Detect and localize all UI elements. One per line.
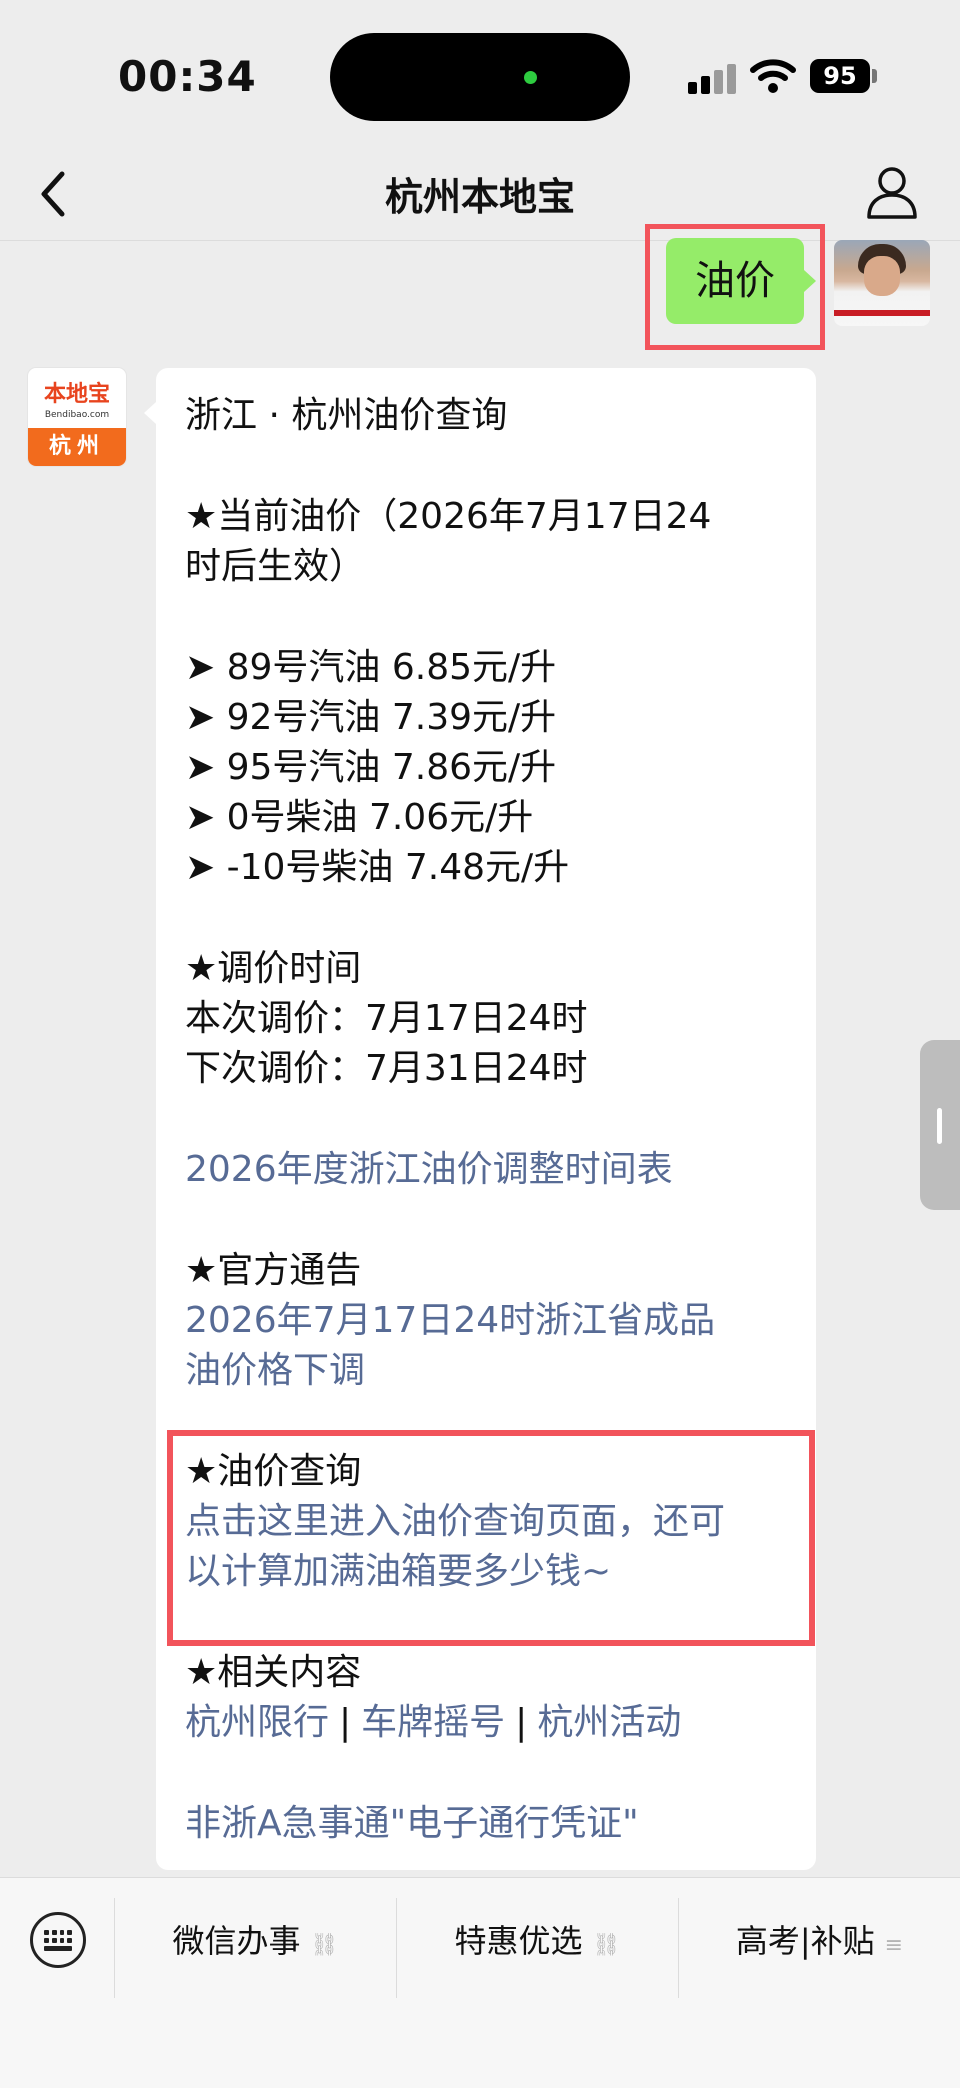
price-diesel-minus10: ➤ -10号柴油 7.48元/升 <box>185 847 570 888</box>
user-message-bubble[interactable]: 油价 <box>666 238 804 324</box>
current-price-title-cont: 时后生效） <box>185 546 366 587</box>
price-89: ➤ 89号汽油 6.85元/升 <box>185 647 557 688</box>
camera-indicator-icon <box>524 71 537 84</box>
price-95: ➤ 95号汽油 7.86元/升 <box>185 747 557 788</box>
next-adjust: 下次调价：7月31日24时 <box>185 1048 588 1089</box>
battery-tip <box>872 69 877 83</box>
link-icon: ⛓ <box>592 1933 621 1958</box>
menu-icon: ≡ <box>884 1933 904 1958</box>
bot-bubble-tail <box>144 402 156 424</box>
page-title: 杭州本地宝 <box>384 175 575 219</box>
avatar-jersey-stripe <box>834 310 930 316</box>
status-bar: 00:34 95 <box>0 0 960 150</box>
avatar-face <box>864 256 900 296</box>
pass-certificate-link[interactable]: 非浙A急事通"电子通行凭证" <box>185 1799 639 1849</box>
this-adjust: 本次调价：7月17日24时 <box>185 998 588 1039</box>
menu-item-deals[interactable]: 特惠优选 ⛓ <box>397 1906 678 1976</box>
adjust-title: ★调价时间 <box>185 948 362 989</box>
bot-avatar-logo-text: 本地宝 <box>43 382 110 407</box>
notice-title: ★官方通告 <box>185 1250 362 1291</box>
notice-link-line-1[interactable]: 2026年7月17日24时浙江省成品 <box>185 1296 715 1346</box>
related-link-plate-lottery[interactable]: 车牌摇号 <box>361 1702 505 1743</box>
related-link-restriction[interactable]: 杭州限行 <box>185 1702 329 1743</box>
cellular-signal-icon <box>688 62 738 94</box>
status-time: 00:34 <box>118 52 257 101</box>
link-icon: ⛓ <box>310 1933 339 1958</box>
wifi-icon <box>750 59 796 93</box>
schedule-link[interactable]: 2026年度浙江油价调整时间表 <box>185 1145 673 1195</box>
keyboard-icon[interactable] <box>30 1912 86 1968</box>
side-scroll-handle[interactable] <box>920 1040 960 1210</box>
dynamic-island <box>330 33 630 121</box>
bottom-menu-bar: 微信办事 ⛓ 特惠优选 ⛓ 高考|补贴 ≡ <box>0 1877 960 2088</box>
menu-item-label: 微信办事 <box>172 1922 301 1960</box>
current-price-title: ★当前油价（2026年7月17日24 <box>185 496 712 537</box>
bot-avatar[interactable]: 本地宝 Bendibao.com 杭州 <box>28 368 126 466</box>
related-separator: | <box>515 1702 528 1743</box>
related-separator: | <box>339 1702 352 1743</box>
menu-item-label: 特惠优选 <box>454 1922 583 1960</box>
person-icon[interactable] <box>866 164 918 220</box>
battery-icon: 95 <box>810 59 870 93</box>
related-link-events[interactable]: 杭州活动 <box>537 1702 681 1743</box>
user-bubble-tail <box>804 270 816 292</box>
menu-item-label: 高考|补贴 <box>735 1922 875 1960</box>
price-diesel-0: ➤ 0号柴油 7.06元/升 <box>185 797 534 838</box>
price-92: ➤ 92号汽油 7.39元/升 <box>185 697 557 738</box>
bot-avatar-url: Bendibao.com <box>44 410 110 420</box>
menu-item-exam-subsidy[interactable]: 高考|补贴 ≡ <box>679 1906 960 1976</box>
menu-item-wechat-services[interactable]: 微信办事 ⛓ <box>115 1906 396 1976</box>
highlight-query-section <box>167 1430 815 1646</box>
bot-avatar-city: 杭州 <box>28 428 126 466</box>
message-heading: 浙江 · 杭州油价查询 <box>185 395 508 436</box>
user-avatar[interactable] <box>834 240 930 326</box>
related-title: ★相关内容 <box>185 1652 362 1693</box>
related-links: 杭州限行 | 车牌摇号 | 杭州活动 <box>185 1698 681 1748</box>
handle-grip <box>937 1108 942 1144</box>
notice-link-line-2[interactable]: 油价格下调 <box>185 1346 365 1396</box>
